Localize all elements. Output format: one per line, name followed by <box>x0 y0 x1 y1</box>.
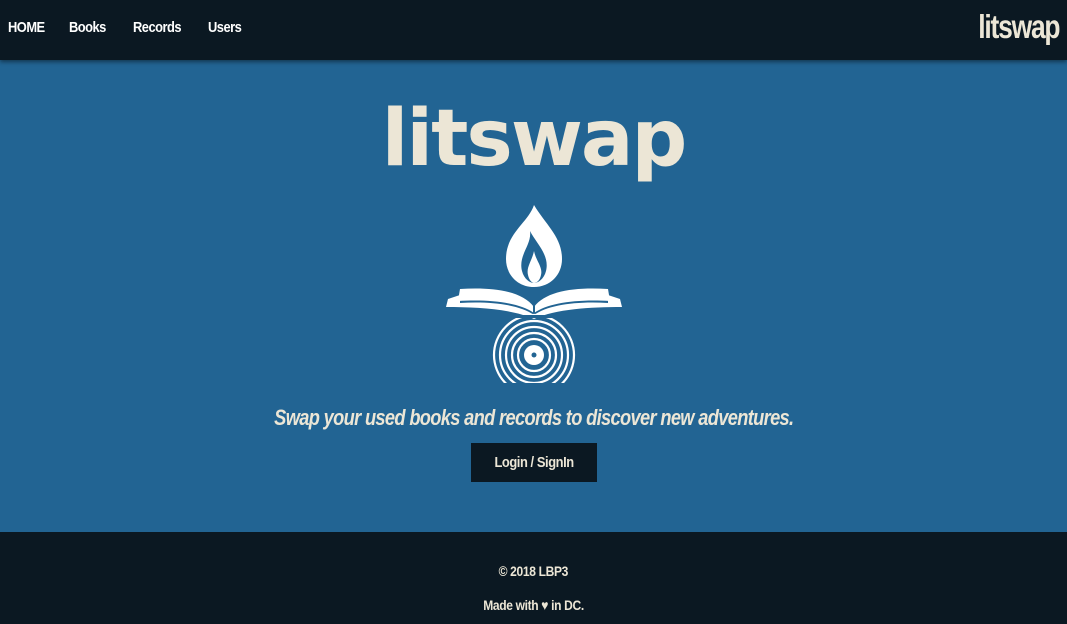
brand-logo-link[interactable]: litswap <box>978 8 1060 46</box>
hero-section: litswap Swap your used books and records… <box>0 60 1067 532</box>
nav-books-link[interactable]: Books <box>69 19 106 36</box>
top-navbar: HOME Books Records Users litswap <box>0 0 1067 60</box>
made-with-suffix: in DC. <box>551 597 584 613</box>
nav-users-link[interactable]: Users <box>208 19 242 36</box>
footer: © 2018 LBP3 Made with ♥ in DC. <box>0 532 1067 624</box>
made-with-prefix: Made with <box>483 597 539 613</box>
footer-copyright-text: © 2018 LBP3 <box>498 563 569 579</box>
footer-copyright: © 2018 LBP3 <box>0 563 1067 579</box>
login-signin-label: Login / SignIn <box>494 454 574 471</box>
nav-home-link[interactable]: HOME <box>8 19 45 36</box>
hero-tagline: Swap your used books and records to disc… <box>0 405 1067 431</box>
hero-tagline-text: Swap your used books and records to disc… <box>273 405 794 430</box>
heart-icon: ♥ <box>541 597 549 613</box>
login-signin-button[interactable]: Login / SignIn <box>471 443 597 482</box>
hero-title: litswap <box>381 94 688 184</box>
book-flame-record-icon <box>446 205 622 383</box>
footer-made-with: Made with ♥ in DC. <box>0 597 1067 613</box>
nav-records-link[interactable]: Records <box>133 19 182 36</box>
